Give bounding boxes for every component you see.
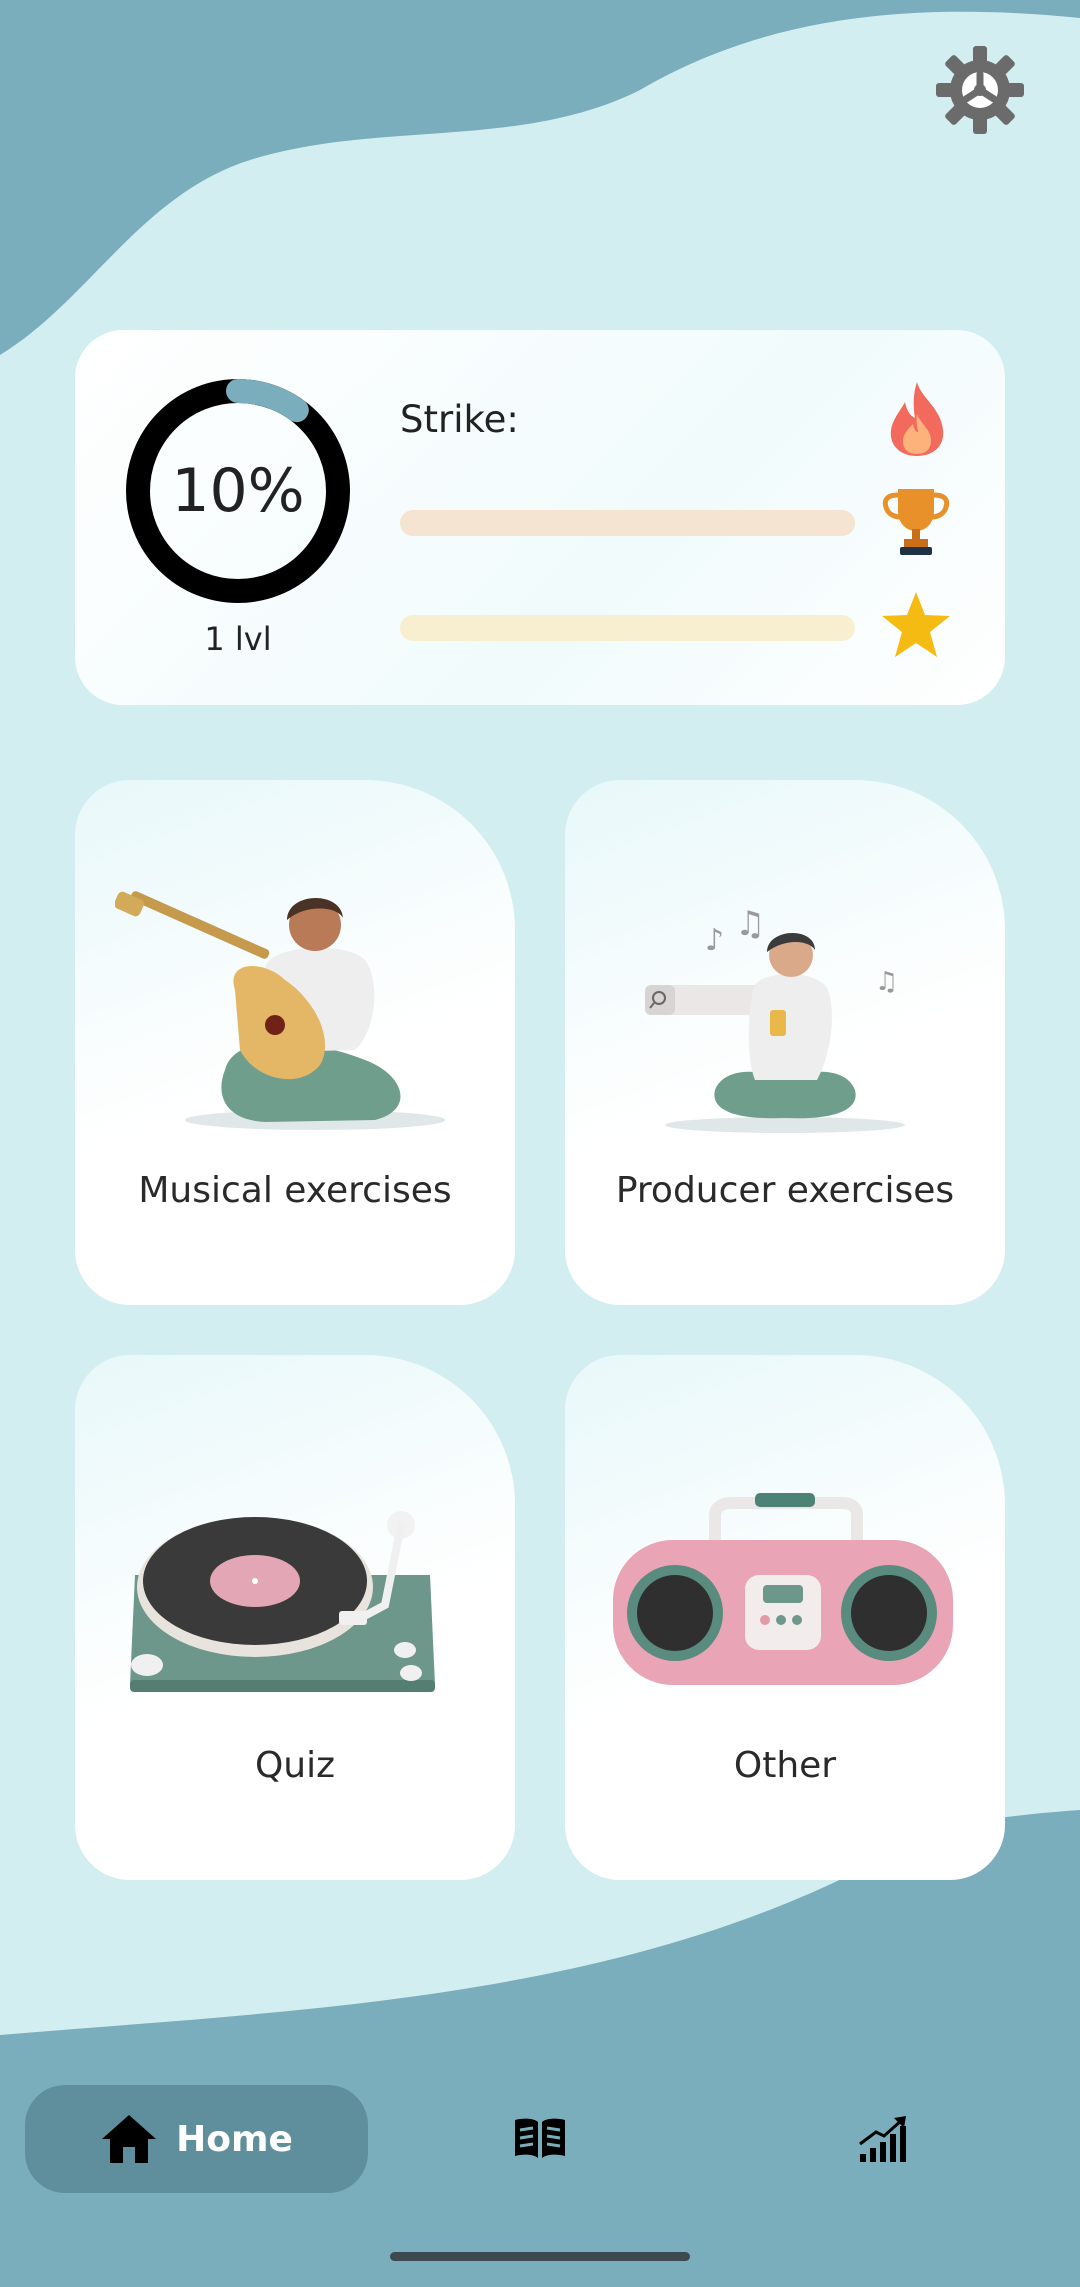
- level-label: 1 lvl: [204, 620, 272, 658]
- tile-quiz[interactable]: Quiz: [75, 1355, 515, 1880]
- bottom-navigation: Home: [0, 2035, 1080, 2287]
- strike-label: Strike:: [400, 398, 519, 441]
- svg-text:♫: ♫: [875, 967, 898, 997]
- home-icon: [102, 2115, 157, 2163]
- settings-button[interactable]: [930, 40, 1030, 140]
- boombox-illustration: [613, 1493, 953, 1685]
- svg-text:♫: ♫: [735, 904, 765, 944]
- gear-icon: [936, 46, 1024, 134]
- svg-text:♪: ♪: [705, 923, 724, 958]
- nav-learn-button[interactable]: [480, 2085, 600, 2193]
- tile-label: Musical exercises: [138, 1170, 452, 1211]
- star-progress-bar: [400, 615, 855, 641]
- tile-label: Other: [733, 1745, 837, 1786]
- tile-label: Quiz: [254, 1745, 336, 1786]
- trophy-icon: [882, 489, 950, 555]
- tile-label: Producer exercises: [615, 1170, 955, 1211]
- guitar-player-illustration: [115, 891, 445, 1130]
- music-search-illustration: ♪ ♫ ♫: [645, 904, 905, 1133]
- nav-home-label: Home: [176, 2118, 293, 2160]
- nav-home-button[interactable]: Home: [25, 2085, 368, 2193]
- star-icon: [882, 592, 950, 657]
- stats-card: 10% 1 lvl Strike: 1: [75, 330, 1005, 705]
- nav-stats-button[interactable]: [823, 2085, 943, 2193]
- trophy-progress-bar: [400, 510, 855, 536]
- home-indicator: [390, 2252, 690, 2261]
- tile-producer-exercises[interactable]: ♪ ♫ ♫ Producer exercises: [565, 780, 1005, 1305]
- chart-icon: [859, 2116, 906, 2162]
- turntable-illustration: [130, 1511, 435, 1692]
- tile-musical-exercises[interactable]: Musical exercises: [75, 780, 515, 1305]
- tile-other[interactable]: Other: [565, 1355, 1005, 1880]
- fire-icon: [890, 382, 944, 456]
- book-icon: [515, 2118, 565, 2158]
- progress-percent: 10%: [171, 456, 305, 526]
